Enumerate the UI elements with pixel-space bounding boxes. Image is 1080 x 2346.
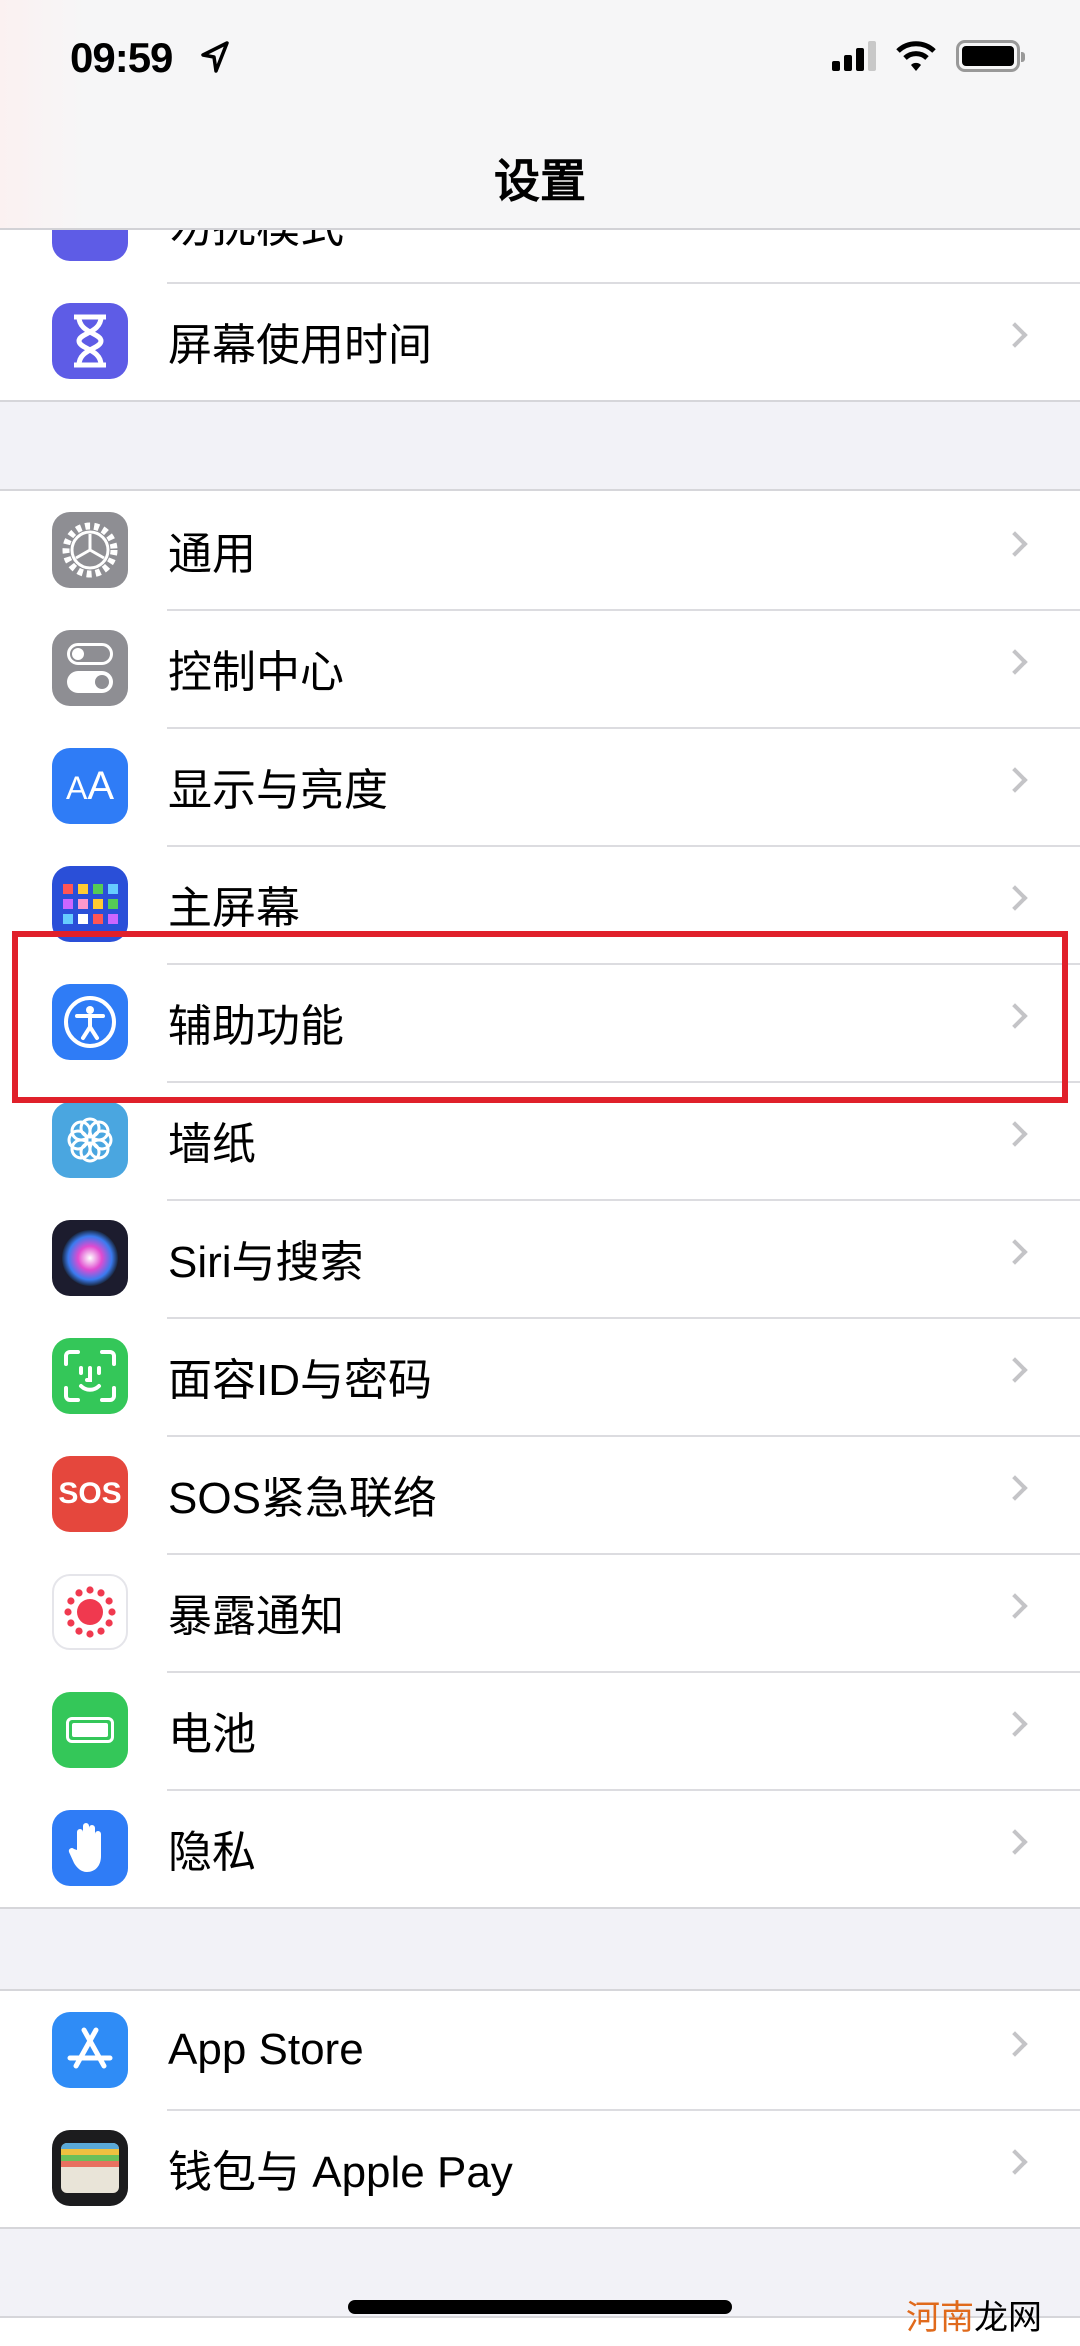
chevron-right-icon bbox=[1002, 1003, 1028, 1029]
settings-row[interactable]: 控制中心 bbox=[0, 609, 1080, 727]
settings-row-label: 墙纸 bbox=[168, 1120, 256, 1169]
settings-row[interactable]: 面容ID与密码 bbox=[0, 1317, 1080, 1435]
chevron-right-icon bbox=[1002, 649, 1028, 675]
navigation-header: 09:59 设置 bbox=[0, 0, 1080, 230]
settings-row[interactable]: 屏幕使用时间 bbox=[0, 282, 1080, 400]
hand-icon bbox=[52, 1810, 128, 1886]
chevron-right-icon bbox=[1002, 1711, 1028, 1737]
settings-row-label: 电池 bbox=[168, 1710, 256, 1759]
chevron-right-icon bbox=[1002, 1121, 1028, 1147]
sos-icon: SOS bbox=[52, 1456, 128, 1532]
chevron-right-icon bbox=[1002, 767, 1028, 793]
settings-row-label: App Store bbox=[168, 2025, 364, 2074]
chevron-right-icon bbox=[1002, 1239, 1028, 1265]
settings-row[interactable]: 钱包与 Apple Pay bbox=[0, 2109, 1080, 2227]
chevron-right-icon bbox=[1002, 885, 1028, 911]
settings-row[interactable]: SOS SOS紧急联络 bbox=[0, 1435, 1080, 1553]
chevron-right-icon bbox=[1002, 1829, 1028, 1855]
chevron-right-icon bbox=[1002, 531, 1028, 557]
text-size-icon: AA bbox=[52, 748, 128, 824]
wifi-icon bbox=[896, 41, 936, 71]
chevron-right-icon bbox=[1002, 2031, 1028, 2057]
status-time: 09:59 bbox=[70, 34, 173, 81]
gear-icon bbox=[52, 512, 128, 588]
page-title: 设置 bbox=[494, 155, 586, 207]
settings-row[interactable]: App Store bbox=[0, 1991, 1080, 2109]
settings-section: App Store 钱包与 Apple Pay bbox=[0, 1989, 1080, 2229]
chevron-right-icon bbox=[1002, 322, 1028, 348]
settings-row-label: 控制中心 bbox=[168, 648, 344, 697]
watermark-part1: 河南 bbox=[906, 2299, 974, 2337]
chevron-right-icon bbox=[1002, 1475, 1028, 1501]
settings-row[interactable]: 通用 bbox=[0, 491, 1080, 609]
settings-row[interactable]: 主屏幕 bbox=[0, 845, 1080, 963]
settings-row[interactable]: 电池 bbox=[0, 1671, 1080, 1789]
location-arrow-icon bbox=[201, 41, 229, 73]
home-grid-icon bbox=[52, 866, 128, 942]
settings-row-label: 辅助功能 bbox=[168, 1002, 344, 1051]
exposure-icon bbox=[52, 1574, 128, 1650]
app-store-icon bbox=[52, 2012, 128, 2088]
wallet-icon bbox=[52, 2130, 128, 2206]
home-indicator[interactable] bbox=[348, 2300, 732, 2314]
settings-row-label: Siri与搜索 bbox=[168, 1238, 364, 1287]
cellular-signal-icon bbox=[832, 41, 876, 71]
settings-row-label: 钱包与 Apple Pay bbox=[168, 2148, 513, 2197]
settings-row-label: 面容ID与密码 bbox=[168, 1356, 432, 1405]
settings-row[interactable]: 辅助功能 bbox=[0, 963, 1080, 1081]
settings-row-label: SOS紧急联络 bbox=[168, 1474, 437, 1523]
settings-row-label: 暴露通知 bbox=[168, 1592, 344, 1641]
settings-row[interactable]: AA 显示与亮度 bbox=[0, 727, 1080, 845]
settings-row-label: 主屏幕 bbox=[168, 884, 300, 933]
chevron-right-icon bbox=[1002, 2149, 1028, 2175]
settings-row-label: 通用 bbox=[168, 530, 256, 579]
accessibility-icon bbox=[52, 984, 128, 1060]
watermark: 河南龙网 bbox=[906, 2290, 1042, 2339]
settings-row-label: 显示与亮度 bbox=[168, 766, 388, 815]
siri-icon bbox=[52, 1220, 128, 1296]
battery-icon bbox=[956, 40, 1025, 72]
settings-row[interactable]: 暴露通知 bbox=[0, 1553, 1080, 1671]
chevron-right-icon bbox=[1002, 1357, 1028, 1383]
settings-row[interactable]: Siri与搜索 bbox=[0, 1199, 1080, 1317]
face-id-icon bbox=[52, 1338, 128, 1414]
settings-row[interactable]: 墙纸 bbox=[0, 1081, 1080, 1199]
toggles-icon bbox=[52, 630, 128, 706]
settings-section: 通用 控制中心 AA 显示与亮度 主屏幕 辅助功能 墙纸 Siri与搜索 面容ID与密码 SOS S… bbox=[0, 489, 1080, 1909]
settings-row-label: 屏幕使用时间 bbox=[168, 321, 432, 370]
settings-row-label: 隐私 bbox=[168, 1828, 256, 1877]
settings-row[interactable]: 隐私 bbox=[0, 1789, 1080, 1907]
watermark-part2: 龙网 bbox=[974, 2299, 1042, 2337]
chevron-right-icon bbox=[1002, 1593, 1028, 1619]
battery-icon bbox=[52, 1692, 128, 1768]
flower-icon bbox=[52, 1102, 128, 1178]
hourglass-icon bbox=[52, 303, 128, 379]
